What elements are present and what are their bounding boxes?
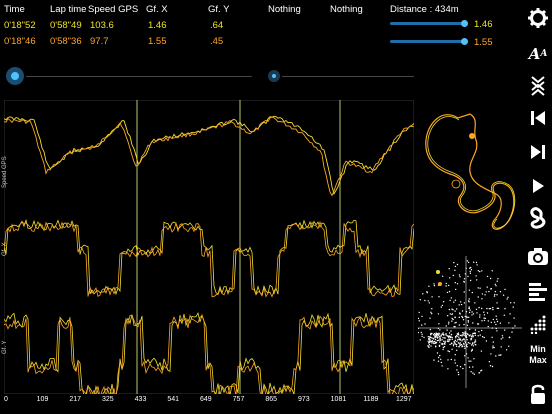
x-tick-label: 649 <box>200 396 212 403</box>
x-tick-label: 541 <box>167 396 180 403</box>
play-icon[interactable] <box>526 174 550 198</box>
max-label: Max <box>529 355 547 365</box>
col-time: Time <box>4 4 25 15</box>
track-map[interactable] <box>418 100 522 240</box>
gg-current-point-1 <box>436 270 440 274</box>
range-slider-track[interactable] <box>26 76 252 77</box>
row2-gfx: 1.55 <box>148 36 167 47</box>
row2-speed: 97.7 <box>90 36 109 47</box>
bar2-value: 1.55 <box>474 37 493 48</box>
row1-gfx: 1.46 <box>148 20 167 31</box>
x-tick-label: 0 <box>4 396 8 403</box>
telemetry-trace <box>4 311 414 394</box>
track-map-svg <box>425 113 516 230</box>
distance-bar-1 <box>390 20 468 27</box>
lines-icon[interactable] <box>526 280 550 304</box>
bar1-value: 1.46 <box>474 19 493 30</box>
x-tick-label: 1189 <box>363 396 379 403</box>
row2-lap-time: 0'58"36 <box>50 36 82 47</box>
gg-scatter[interactable] <box>418 256 522 388</box>
col-gf-y: Gf. Y <box>208 4 230 15</box>
col-nothing-2: Nothing <box>330 4 363 15</box>
telemetry-chart[interactable] <box>4 100 414 394</box>
x-tick-label: 973 <box>298 396 310 403</box>
col-gf-x: Gf. X <box>146 4 168 15</box>
x-tick-label: 1081 <box>330 396 347 403</box>
gg-current-point-2 <box>438 282 442 286</box>
x-tick-label: 865 <box>265 396 278 403</box>
row1-speed: 103.6 <box>90 20 114 31</box>
telemetry-chart-svg <box>4 100 414 394</box>
right-toolbar: AA Min Max <box>524 0 552 414</box>
settings-icon[interactable] <box>526 6 550 30</box>
range-slider-start-handle[interactable] <box>6 67 24 85</box>
row1-lap-time: 0'58"49 <box>50 20 82 31</box>
row2-gfy: .45 <box>210 36 224 47</box>
ylabel-gfy: Gf. Y <box>2 340 8 354</box>
scatter-icon[interactable] <box>526 312 550 336</box>
distance-bar-2-knob <box>461 38 468 45</box>
row1-time: 0'18"52 <box>4 20 36 31</box>
x-tick-label: 433 <box>134 396 147 403</box>
col-lap-time: Lap time <box>50 4 87 15</box>
distance-bar-2 <box>390 38 468 45</box>
col-speed-gps: Speed GPS <box>88 4 139 15</box>
ylabel-gfx: Gf. X <box>2 242 8 256</box>
gg-scatter-svg <box>418 256 522 388</box>
expand-icon[interactable] <box>526 74 550 98</box>
lock-icon[interactable] <box>526 382 550 406</box>
skip-first-icon[interactable] <box>526 106 550 130</box>
x-tick-label: 109 <box>36 396 49 403</box>
min-label: Min <box>530 344 546 354</box>
ylabel-speed: Speed GPS <box>2 156 8 188</box>
x-tick-label: 757 <box>232 396 245 403</box>
telemetry-trace <box>4 220 414 298</box>
min-max-button[interactable]: Min Max <box>524 344 552 366</box>
position-slider-track[interactable] <box>282 76 414 77</box>
track-position-marker <box>469 133 475 139</box>
x-tick-label: 325 <box>102 396 114 403</box>
row2-time: 0'18"46 <box>4 36 36 47</box>
col-nothing-1: Nothing <box>268 4 301 15</box>
position-slider-handle[interactable] <box>268 70 280 82</box>
distance-bar-1-knob <box>461 20 468 27</box>
distance-label: Distance : 434m <box>390 4 459 15</box>
skip-last-icon[interactable] <box>526 140 550 164</box>
x-tick-label: 1297 <box>396 396 412 403</box>
x-tick-label: 217 <box>69 396 82 403</box>
track-icon[interactable] <box>526 206 550 230</box>
font-size-icon[interactable]: AA <box>526 42 550 66</box>
camera-icon[interactable] <box>526 244 550 268</box>
row1-gfy: .64 <box>210 20 224 31</box>
